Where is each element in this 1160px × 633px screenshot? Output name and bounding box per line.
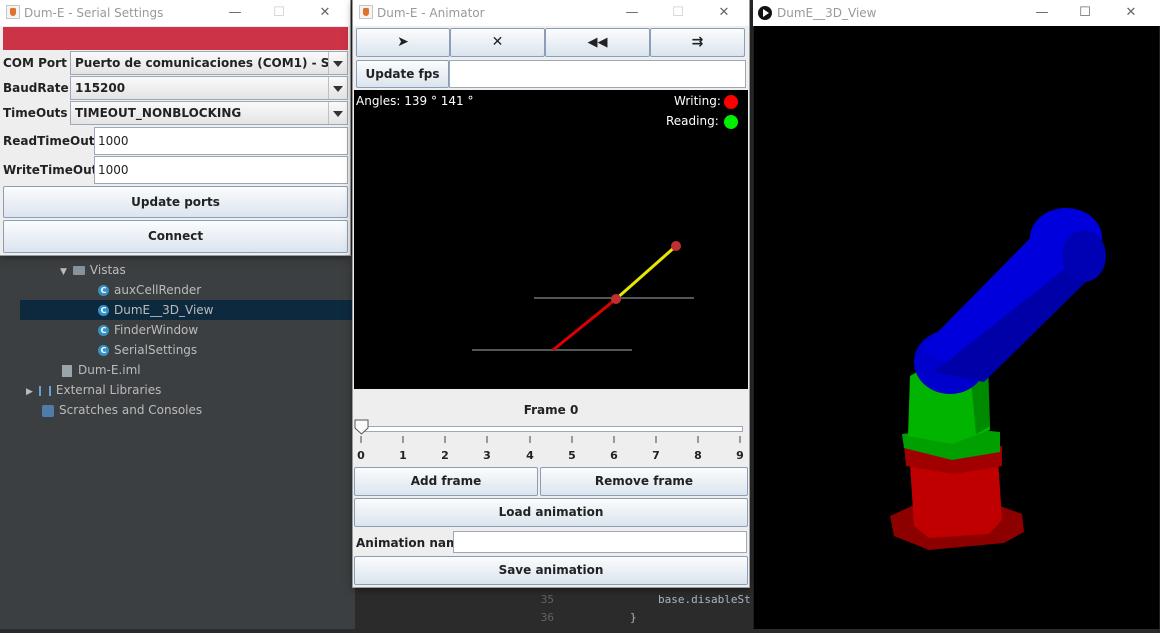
maximize-button[interactable]: ☐ <box>1076 4 1094 22</box>
baudrate-value: 115200 <box>75 81 126 95</box>
tree-item-vistas[interactable]: ▼ Vistas <box>60 260 126 280</box>
slider-thumb-icon[interactable] <box>354 419 370 435</box>
class-icon: C <box>98 345 109 356</box>
update-ports-button[interactable]: Update ports <box>3 186 348 218</box>
connect-button[interactable]: Connect <box>3 220 348 253</box>
chevron-down-icon <box>328 77 347 99</box>
tree-item-iml[interactable]: Dum-E.iml <box>62 360 141 380</box>
window-title: Dum-E - Serial Settings <box>24 6 164 20</box>
animator-window: Dum-E - Animator — ☐ ✕ ➤ ✕ ◀◀ ⇉ Update f… <box>353 0 749 587</box>
tree-item-dume-3d-view[interactable]: C DumE__3D_View <box>98 300 213 320</box>
window-title: DumE__3D_View <box>777 6 877 20</box>
timeouts-label: TimeOuts <box>3 106 68 120</box>
chevron-down-icon <box>328 102 347 124</box>
status-banner <box>3 27 348 50</box>
code-line: } <box>630 611 637 624</box>
add-frame-button[interactable]: Add frame <box>354 467 538 496</box>
minimize-button[interactable]: — <box>1033 4 1051 22</box>
folder-icon <box>72 266 85 275</box>
class-icon: C <box>98 325 109 336</box>
line-number: 36 <box>540 611 554 624</box>
app-icon <box>758 6 772 20</box>
java-app-icon <box>359 5 373 19</box>
tree-item-serialsettings[interactable]: C SerialSettings <box>98 340 197 360</box>
maximize-button[interactable]: ☐ <box>270 4 288 22</box>
animation-name-field[interactable] <box>453 531 747 553</box>
tick-label: 9 <box>736 449 744 462</box>
title-bar: Dum-E - Animator — ☐ ✕ <box>353 0 749 26</box>
close-button[interactable]: ✕ <box>316 4 334 22</box>
end-effector <box>671 241 681 251</box>
fps-field[interactable] <box>449 60 746 88</box>
readtimeout-field[interactable]: 1000 <box>94 127 348 155</box>
tick-label: 2 <box>441 449 449 462</box>
arm-segment-2 <box>615 244 677 301</box>
writetimeout-field[interactable]: 1000 <box>94 156 348 184</box>
elbow-joint <box>611 294 621 304</box>
com-port-select[interactable]: Puerto de comunicaciones (COM1) - Serial… <box>70 51 348 75</box>
window-title: Dum-E - Animator <box>377 6 485 20</box>
arm-preview-canvas: Angles: 139 ° 141 ° Writing: Reading: <box>354 90 748 389</box>
tree-item-external-libraries[interactable]: ▶ External Libraries <box>26 380 161 400</box>
file-icon <box>62 364 72 377</box>
chevron-down-icon <box>328 52 347 74</box>
animation-name-label: Animation name <box>356 536 467 550</box>
library-icon <box>38 385 51 396</box>
class-icon: C <box>98 305 109 316</box>
timeouts-value: TIMEOUT_NONBLOCKING <box>75 106 242 120</box>
step-forward-button[interactable]: ⇉ <box>650 28 745 57</box>
tree-item-scratches[interactable]: Scratches and Consoles <box>42 400 202 420</box>
tick-label: 1 <box>399 449 407 462</box>
baudrate-label: BaudRate <box>3 81 69 95</box>
dume-3d-view-window: DumE__3D_View — ☐ ✕ <box>753 0 1160 629</box>
chevron-down-icon: ▼ <box>60 267 67 277</box>
tick-label: 8 <box>694 449 702 462</box>
title-bar: Dum-E - Serial Settings — ☐ ✕ <box>0 0 350 26</box>
chevron-right-icon: ▶ <box>26 387 33 397</box>
stop-button[interactable]: ✕ <box>450 28 545 57</box>
tick-label: 5 <box>568 449 576 462</box>
code-editor-fragment: 35 base.disableSt 36 } <box>530 585 760 629</box>
3d-viewport[interactable] <box>754 26 1159 629</box>
tick-label: 3 <box>483 449 491 462</box>
tick-label: 0 <box>357 449 365 462</box>
maximize-button[interactable]: ☐ <box>669 4 687 22</box>
wrist-cap <box>1062 230 1106 282</box>
readtimeout-label: ReadTimeOut <box>3 134 95 148</box>
close-button[interactable]: ✕ <box>715 4 733 22</box>
code-line: base.disableSt <box>658 593 751 606</box>
com-port-value: Puerto de comunicaciones (COM1) - Serial… <box>75 56 348 70</box>
save-animation-button[interactable]: Save animation <box>354 556 748 585</box>
tree-item-auxcellrender[interactable]: CauxCellRender <box>98 280 201 300</box>
scratch-icon <box>42 404 54 417</box>
slider-ticks <box>360 436 741 443</box>
robot-arm-model <box>890 208 1106 550</box>
timeouts-select[interactable]: TIMEOUT_NONBLOCKING <box>70 101 348 125</box>
rewind-button[interactable]: ◀◀ <box>545 28 650 57</box>
minimize-button[interactable]: — <box>623 4 641 22</box>
com-port-label: COM Port <box>3 56 67 70</box>
title-bar: DumE__3D_View — ☐ ✕ <box>753 0 1160 26</box>
java-app-icon <box>6 5 20 19</box>
play-button[interactable]: ➤ <box>356 28 450 57</box>
remove-frame-button[interactable]: Remove frame <box>540 467 748 496</box>
update-fps-button[interactable]: Update fps <box>356 60 449 88</box>
arm-drawing <box>472 241 694 352</box>
tick-label: 4 <box>526 449 534 462</box>
tick-label: 6 <box>610 449 618 462</box>
close-button[interactable]: ✕ <box>1122 4 1140 22</box>
minimize-button[interactable]: — <box>226 4 244 22</box>
writetimeout-label: WriteTimeOut <box>3 163 98 177</box>
frame-slider-track[interactable] <box>361 426 743 432</box>
class-icon: C <box>98 285 109 296</box>
tree-item-finderwindow[interactable]: C FinderWindow <box>98 320 198 340</box>
serial-settings-window: Dum-E - Serial Settings — ☐ ✕ COM Port P… <box>0 0 350 255</box>
line-number: 35 <box>540 593 554 606</box>
frame-label: Frame 0 <box>523 403 579 417</box>
baudrate-select[interactable]: 115200 <box>70 76 348 100</box>
arm-segment-1 <box>552 297 617 352</box>
load-animation-button[interactable]: Load animation <box>354 498 748 527</box>
project-tree: ▼ Vistas CauxCellRender C DumE__3D_View CF… <box>0 255 355 629</box>
tick-label: 7 <box>652 449 660 462</box>
